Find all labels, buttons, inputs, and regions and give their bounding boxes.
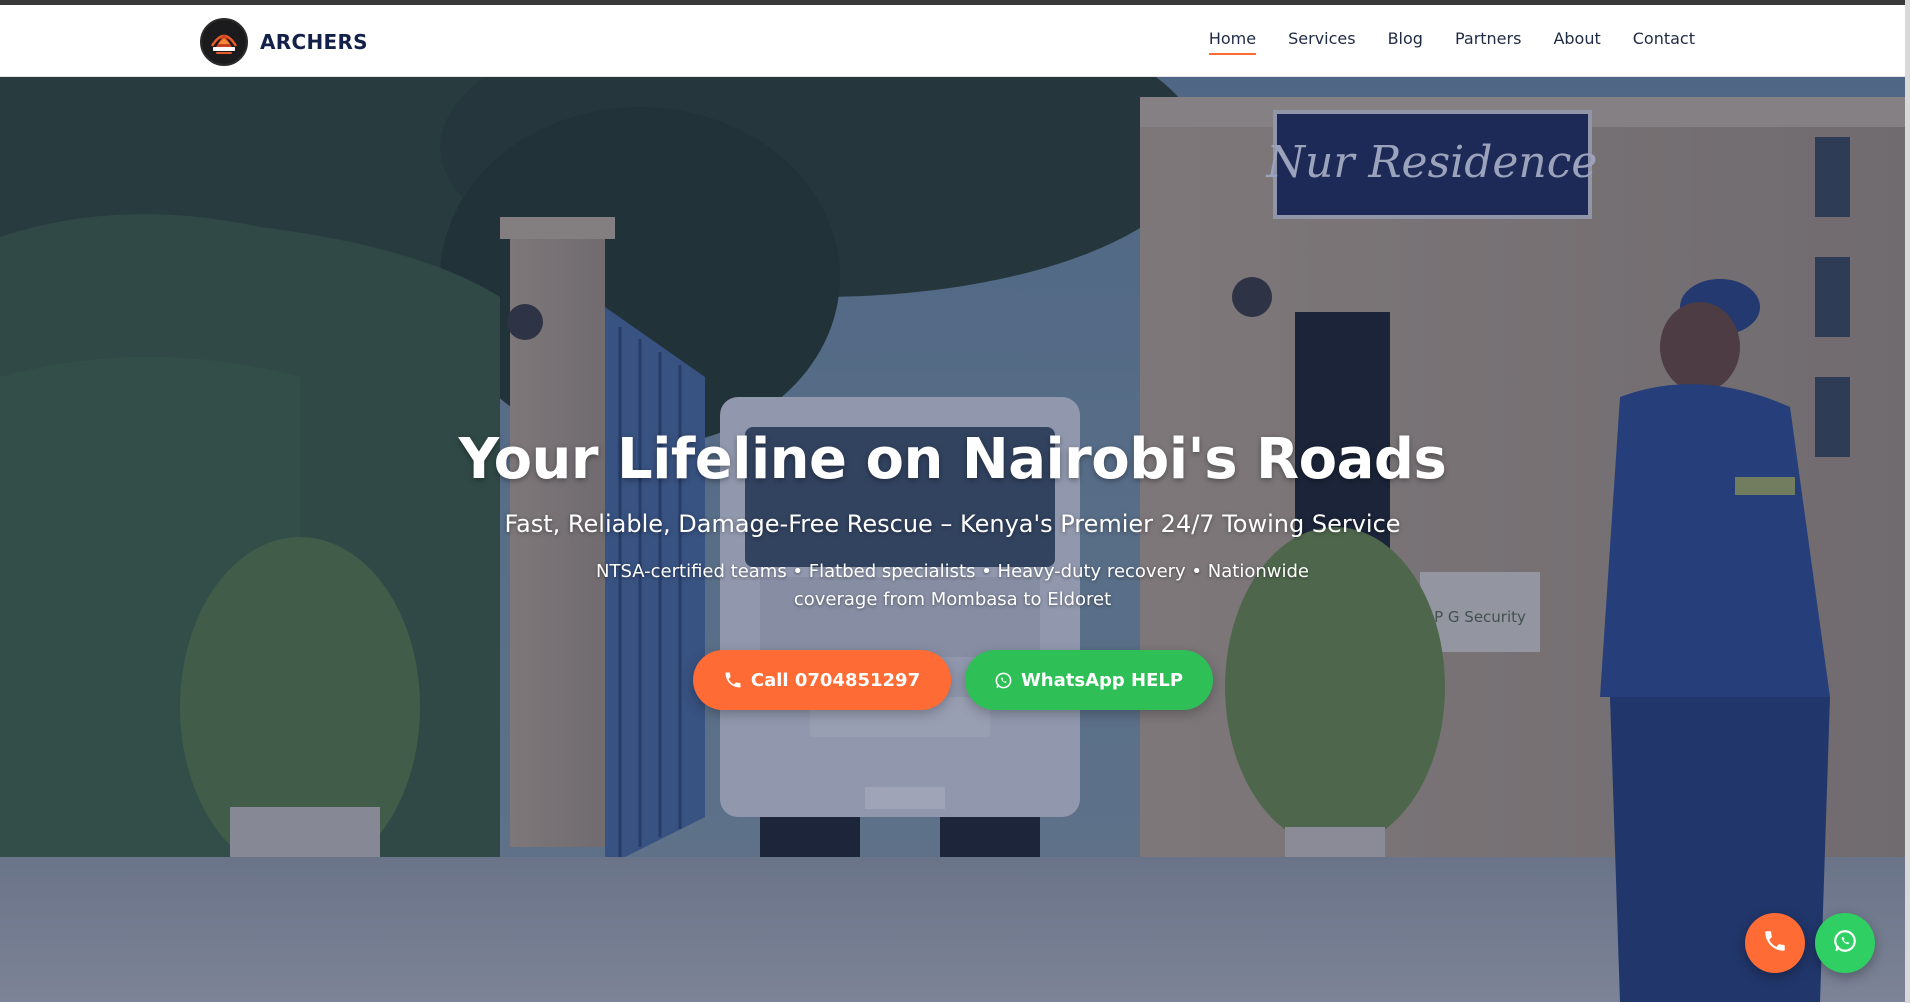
hero-subtitle: Fast, Reliable, Damage-Free Rescue – Ken…: [504, 510, 1401, 538]
call-button[interactable]: Call 0704851297: [692, 650, 951, 710]
archers-logo-icon: [200, 18, 248, 66]
cta-row: Call 0704851297 WhatsApp HELP: [0, 650, 1905, 710]
nav-blog[interactable]: Blog: [1388, 29, 1423, 52]
nav-partners[interactable]: Partners: [1455, 29, 1521, 52]
whatsapp-icon: [1832, 928, 1858, 958]
hero-content: Your Lifeline on Nairobi's Roads Fast, R…: [0, 427, 1905, 710]
brand[interactable]: ARCHERS: [200, 18, 368, 66]
brand-name: ARCHERS: [260, 30, 368, 54]
nav-home[interactable]: Home: [1208, 29, 1257, 55]
phone-icon: [1762, 928, 1788, 958]
whatsapp-icon: [994, 671, 1013, 690]
page-scrollbar[interactable]: [1905, 0, 1910, 1003]
site-header: ARCHERS Home Services Blog Partners Abou…: [0, 5, 1905, 77]
hero-section: Nur Residence P G Security Your Lifeline…: [0, 77, 1905, 1002]
floating-whatsapp-button[interactable]: [1815, 913, 1875, 973]
whatsapp-button[interactable]: WhatsApp HELP: [964, 650, 1213, 710]
nav-services[interactable]: Services: [1288, 29, 1355, 52]
nav-about[interactable]: About: [1553, 29, 1600, 52]
hero-title: Your Lifeline on Nairobi's Roads: [458, 427, 1447, 492]
hero-description: NTSA-certified teams • Flatbed specialis…: [596, 561, 1309, 610]
nav-contact[interactable]: Contact: [1633, 29, 1695, 52]
call-button-label: Call 0704851297: [750, 669, 921, 691]
phone-icon: [723, 670, 743, 690]
main-nav: Home Services Blog Partners About Contac…: [1208, 29, 1695, 55]
floating-call-button[interactable]: [1745, 913, 1805, 973]
whatsapp-button-label: WhatsApp HELP: [1020, 669, 1184, 691]
